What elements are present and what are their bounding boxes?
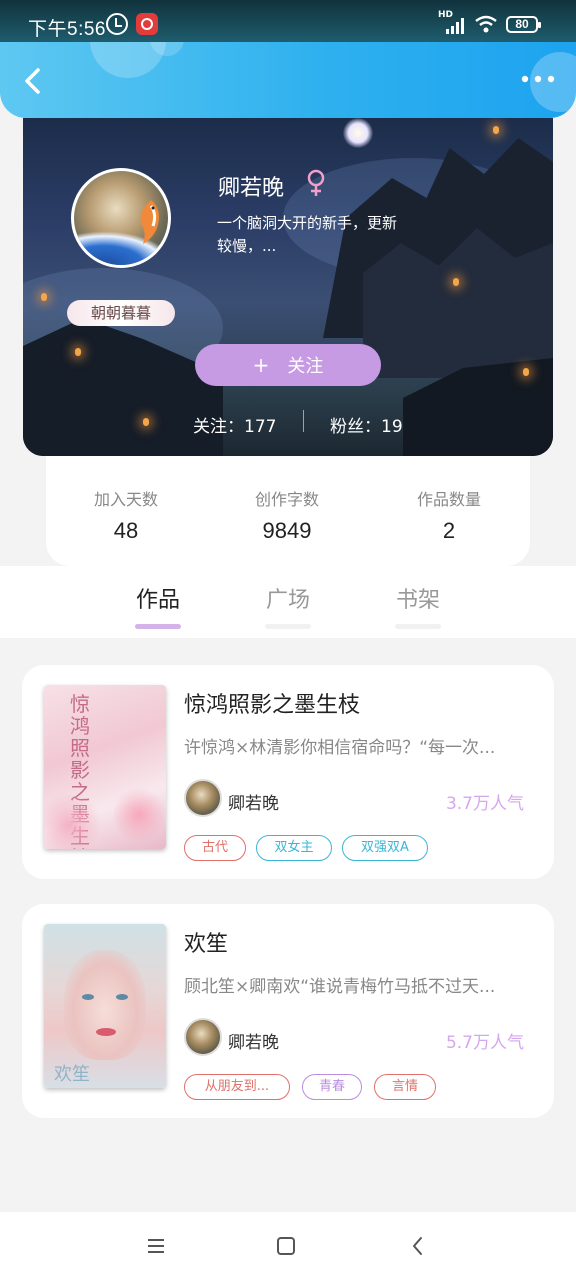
tab-bookshelf[interactable]: 书架 <box>388 582 448 629</box>
stat-works-count: 作品数量 2 <box>384 486 514 544</box>
top-header <box>0 42 576 118</box>
stat-label: 创作字数 <box>254 490 319 509</box>
cover-moon <box>343 118 373 148</box>
tab-indicator <box>265 624 311 629</box>
tab-indicator <box>135 624 181 629</box>
tag-chip[interactable]: 双女主 <box>256 835 332 861</box>
stats-card: 加入天数 48 创作字数 9849 作品数量 2 <box>46 456 530 566</box>
wifi-icon <box>475 15 497 33</box>
user-nickname: 卿若晚 <box>218 176 285 201</box>
followers-count[interactable]: 粉丝：19 <box>330 412 403 437</box>
female-gender-icon <box>307 169 325 196</box>
work-description: 许惊鸿×林清影你相信宿命吗？“每一次... <box>184 738 496 758</box>
tag-chip[interactable]: 双强双A <box>342 835 428 861</box>
stat-divider <box>303 410 304 432</box>
following-count[interactable]: 关注：177 <box>193 412 276 437</box>
status-bar: 下午5:56 HD 80 <box>0 0 576 44</box>
signal-icon <box>440 18 466 34</box>
follow-button[interactable]: + 关注 <box>195 344 381 386</box>
work-card[interactable]: 惊鸿照影之墨生枝 惊鸿照影之墨生枝 许惊鸿×林清影你相信宿命吗？“每一次... … <box>22 665 554 879</box>
status-time: 下午5:56 <box>28 19 106 40</box>
author-name: 卿若晚 <box>228 794 279 814</box>
menu-icon[interactable] <box>144 1234 168 1258</box>
user-bio: 一个脑洞大开的新手，更新较慢，... <box>217 214 398 255</box>
work-description: 顾北笙×卿南欢“谁说青梅竹马抵不过天... <box>184 977 496 997</box>
back-button[interactable] <box>18 66 48 96</box>
tab-square[interactable]: 广场 <box>258 582 318 629</box>
battery-level: 80 <box>515 17 529 31</box>
alarm-icon <box>106 13 128 35</box>
stat-value: 2 <box>442 518 456 543</box>
tag-chip[interactable]: 言情 <box>374 1074 436 1100</box>
cover-title-text: 欢笙 <box>54 1064 90 1085</box>
author-avatar <box>184 779 222 817</box>
back-nav-icon[interactable] <box>406 1234 430 1258</box>
app-notification-icon <box>136 13 158 35</box>
stat-label: 加入天数 <box>93 490 158 509</box>
profile-cover: 朝朝暮暮 卿若晚 一个脑洞大开的新手，更新较慢，... + 关注 关注：177 粉… <box>23 118 553 456</box>
battery-icon: 80 <box>506 16 541 33</box>
work-card[interactable]: 欢笙 欢笙 顾北笙×卿南欢“谁说青梅竹马抵不过天... 卿若晚 5.7万人气 从… <box>22 904 554 1118</box>
tab-label: 书架 <box>395 588 440 613</box>
tag-chip[interactable]: 从朋友到... <box>184 1074 290 1100</box>
koi-avatar-frame-icon <box>140 200 159 244</box>
stat-label: 作品数量 <box>416 490 481 509</box>
author-name: 卿若晚 <box>228 1033 279 1053</box>
more-options-button[interactable] <box>520 72 556 86</box>
tab-label: 广场 <box>265 588 310 613</box>
work-title[interactable]: 惊鸿照影之墨生枝 <box>184 687 360 719</box>
tab-indicator <box>395 624 441 629</box>
stat-join-days: 加入天数 48 <box>61 486 191 544</box>
book-cover-image[interactable]: 欢笙 <box>44 924 166 1088</box>
tag-chip[interactable]: 青春 <box>302 1074 362 1100</box>
stat-value: 48 <box>113 518 139 543</box>
popularity-count: 3.7万人气 <box>445 794 524 814</box>
stat-value: 9849 <box>262 518 312 543</box>
plus-icon: + <box>252 353 270 377</box>
follow-button-label: 关注 <box>287 356 324 377</box>
work-title[interactable]: 欢笙 <box>184 926 228 958</box>
tag-chip[interactable]: 古代 <box>184 835 246 861</box>
home-icon[interactable] <box>274 1234 298 1258</box>
popularity-count: 5.7万人气 <box>445 1033 524 1053</box>
avatar-frame-label: 朝朝暮暮 <box>67 300 175 326</box>
tab-label: 作品 <box>135 588 180 613</box>
book-cover-image[interactable]: 惊鸿照影之墨生枝 <box>44 685 166 849</box>
author-avatar <box>184 1018 222 1056</box>
system-nav-bar <box>0 1212 576 1280</box>
stat-word-count: 创作字数 9849 <box>222 486 352 544</box>
tab-works[interactable]: 作品 <box>128 582 188 629</box>
